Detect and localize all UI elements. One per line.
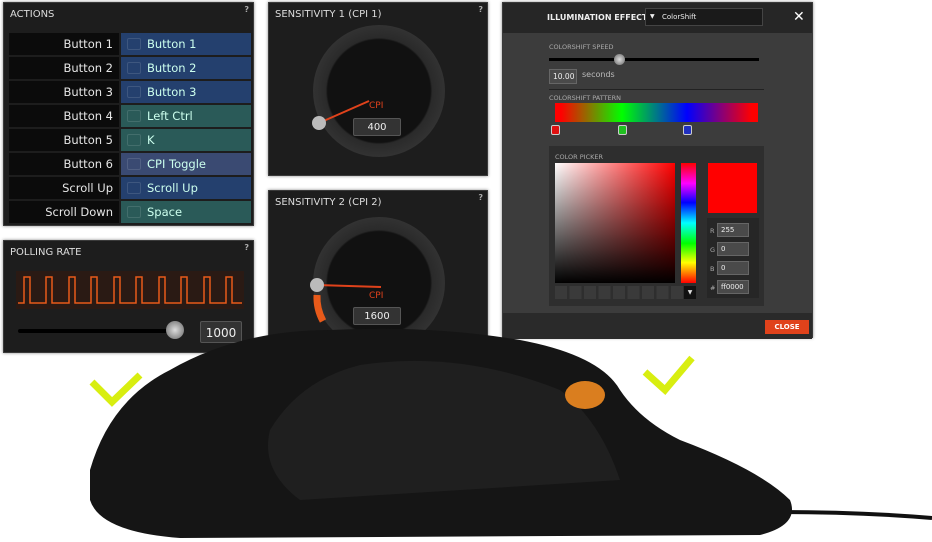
check-icon — [642, 355, 695, 396]
mouse-image — [89, 328, 932, 538]
